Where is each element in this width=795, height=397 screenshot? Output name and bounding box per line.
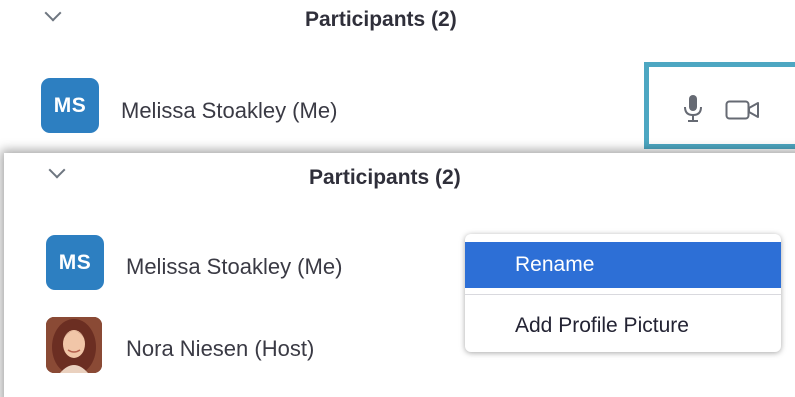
collapse-chevron-icon[interactable] xyxy=(44,4,62,22)
avatar: MS xyxy=(46,235,104,290)
participant-name: Nora Niesen (Host) xyxy=(126,336,315,361)
avatar: MS xyxy=(41,78,99,133)
menu-divider xyxy=(465,294,781,295)
collapse-chevron-icon[interactable] xyxy=(48,161,66,179)
microphone-icon[interactable] xyxy=(683,94,703,124)
panel-title: Participants (2) xyxy=(309,166,461,189)
panel-title: Participants (2) xyxy=(305,8,457,31)
participants-panel-top: Participants (2) MS Melissa Stoakley (Me… xyxy=(0,0,795,150)
video-camera-icon[interactable] xyxy=(725,100,761,120)
participant-context-menu: Rename Add Profile Picture xyxy=(465,234,781,352)
participant-name: Melissa Stoakley (Me) xyxy=(126,254,343,279)
media-controls-highlight xyxy=(644,62,795,149)
screenshot-stage: Participants (2) MS Melissa Stoakley (Me… xyxy=(0,0,795,397)
participant-name: Melissa Stoakley (Me) xyxy=(121,98,338,123)
profile-photo-avatar xyxy=(46,317,102,373)
add-profile-picture-menu-item[interactable]: Add Profile Picture xyxy=(465,303,781,349)
rename-menu-item[interactable]: Rename xyxy=(465,242,781,288)
